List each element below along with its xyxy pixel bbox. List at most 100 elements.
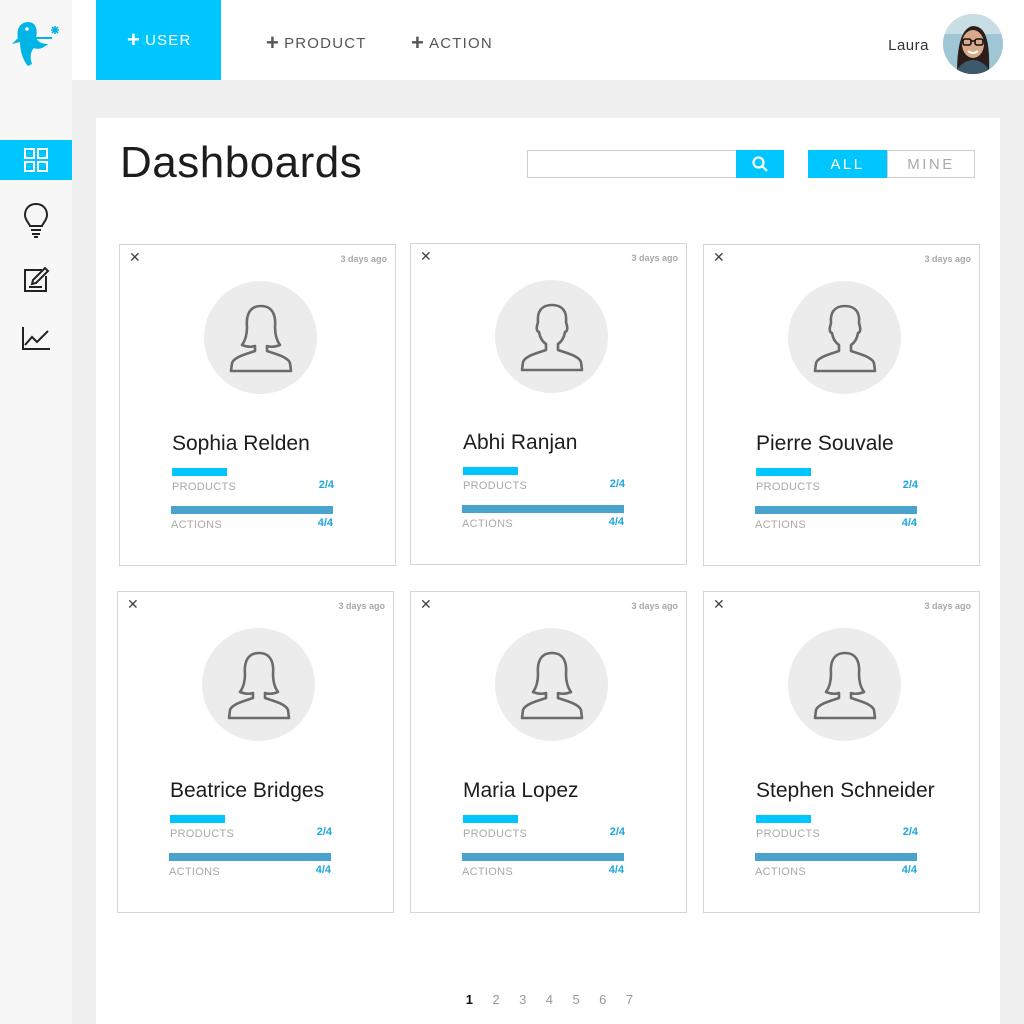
sidebar-item-dashboards[interactable]: [0, 140, 72, 180]
close-icon[interactable]: ✕: [420, 596, 432, 613]
page-number-2[interactable]: 2: [483, 992, 510, 1007]
card-user-name[interactable]: Beatrice Bridges: [170, 779, 324, 803]
products-value: 2/4: [318, 479, 334, 491]
tab-add-product[interactable]: + PRODUCT: [266, 3, 367, 83]
actions-value: 4/4: [901, 864, 917, 876]
sidebar-item-analytics[interactable]: [0, 318, 72, 358]
products-value: 2/4: [316, 826, 332, 838]
products-label: PRODUCTS: [170, 828, 235, 840]
filter-all-button[interactable]: ALL: [808, 150, 887, 178]
tab-label: USER: [145, 31, 192, 49]
penguin-logo-icon[interactable]: [8, 18, 66, 70]
tab-add-user[interactable]: + USER: [96, 0, 221, 80]
actions-label: ACTIONS: [171, 519, 222, 531]
actions-value: 4/4: [608, 516, 624, 528]
page-number-7[interactable]: 7: [616, 992, 643, 1007]
plus-icon: +: [411, 30, 426, 55]
products-progress-bar: [172, 468, 227, 476]
products-label: PRODUCTS: [756, 828, 821, 840]
actions-label: ACTIONS: [755, 519, 806, 531]
card-user-name[interactable]: Pierre Souvale: [756, 432, 894, 456]
page-number-5[interactable]: 5: [563, 992, 590, 1007]
products-progress-bar: [463, 815, 518, 823]
products-progress-bar: [756, 815, 811, 823]
page-number-4[interactable]: 4: [536, 992, 563, 1007]
card-timestamp: 3 days ago: [924, 601, 971, 611]
card-user-name[interactable]: Maria Lopez: [463, 779, 579, 803]
page-title: Dashboards: [120, 138, 363, 187]
search-icon: [752, 156, 768, 172]
top-bar: + USER + PRODUCT + ACTION Laura: [72, 0, 1024, 80]
chart-icon: [22, 327, 50, 350]
close-icon[interactable]: ✕: [713, 596, 725, 613]
actions-progress-bar: [755, 506, 917, 514]
card-timestamp: 3 days ago: [631, 253, 678, 263]
close-icon[interactable]: ✕: [129, 249, 141, 266]
dashboard-card[interactable]: ✕ 3 days ago Maria Lopez PRODUCTS 2/4 AC…: [410, 591, 687, 913]
female-user-placeholder-icon: [788, 628, 901, 741]
actions-progress-fill: [755, 853, 917, 861]
pagination: 1234567: [456, 992, 643, 1007]
sidebar-item-notes[interactable]: [0, 260, 72, 300]
dashboard-card[interactable]: ✕ 3 days ago Abhi Ranjan PRODUCTS 2/4 AC…: [410, 243, 687, 565]
user-name[interactable]: Laura: [888, 37, 929, 54]
actions-label: ACTIONS: [755, 866, 806, 878]
sidebar-item-ideas[interactable]: [0, 200, 72, 240]
page-number-6[interactable]: 6: [589, 992, 616, 1007]
dashboard-card[interactable]: ✕ 3 days ago Sophia Relden PRODUCTS 2/4 …: [119, 244, 396, 566]
plus-icon: +: [127, 27, 142, 52]
filter-mine-button[interactable]: MINE: [887, 150, 975, 178]
close-icon[interactable]: ✕: [127, 596, 139, 613]
close-icon[interactable]: ✕: [713, 249, 725, 266]
tab-add-action[interactable]: + ACTION: [411, 3, 493, 83]
actions-progress-bar: [169, 853, 331, 861]
close-icon[interactable]: ✕: [420, 248, 432, 265]
products-label: PRODUCTS: [463, 480, 528, 492]
products-progress-bar: [463, 467, 518, 475]
search-input[interactable]: [527, 150, 737, 178]
male-user-placeholder-icon: [788, 281, 901, 394]
actions-progress-fill: [462, 505, 624, 513]
products-value: 2/4: [902, 826, 918, 838]
dashboard-card[interactable]: ✕ 3 days ago Pierre Souvale PRODUCTS 2/4…: [703, 244, 980, 566]
card-user-name[interactable]: Stephen Schneider: [756, 779, 935, 803]
female-user-placeholder-icon: [495, 628, 608, 741]
card-user-name[interactable]: Sophia Relden: [172, 432, 310, 456]
page-number-1[interactable]: 1: [456, 992, 483, 1007]
products-label: PRODUCTS: [172, 481, 237, 493]
female-user-placeholder-icon: [204, 281, 317, 394]
actions-label: ACTIONS: [462, 866, 513, 878]
actions-label: ACTIONS: [169, 866, 220, 878]
card-timestamp: 3 days ago: [340, 254, 387, 264]
products-value: 2/4: [609, 826, 625, 838]
products-label: PRODUCTS: [463, 828, 528, 840]
actions-value: 4/4: [901, 517, 917, 529]
card-timestamp: 3 days ago: [631, 601, 678, 611]
card-timestamp: 3 days ago: [924, 254, 971, 264]
dashboard-card[interactable]: ✕ 3 days ago Beatrice Bridges PRODUCTS 2…: [117, 591, 394, 913]
actions-progress-bar: [171, 506, 333, 514]
actions-progress-fill: [755, 506, 917, 514]
products-label: PRODUCTS: [756, 481, 821, 493]
products-value: 2/4: [902, 479, 918, 491]
tab-label: ACTION: [429, 34, 493, 52]
actions-progress-fill: [169, 853, 331, 861]
card-user-name[interactable]: Abhi Ranjan: [463, 431, 577, 455]
female-user-placeholder-icon: [202, 628, 315, 741]
dashboard-card[interactable]: ✕ 3 days ago Stephen Schneider PRODUCTS …: [703, 591, 980, 913]
actions-progress-fill: [171, 506, 333, 514]
user-avatar[interactable]: [943, 14, 1003, 74]
products-progress-bar: [756, 468, 811, 476]
page-number-3[interactable]: 3: [509, 992, 536, 1007]
actions-label: ACTIONS: [462, 518, 513, 530]
grid-icon: [24, 148, 48, 172]
dashboards-panel: Dashboards ALL MINE ✕ 3 days ago Sophia …: [96, 118, 1000, 1024]
sidebar: [0, 0, 72, 1024]
search-button[interactable]: [736, 150, 784, 178]
actions-value: 4/4: [608, 864, 624, 876]
products-value: 2/4: [609, 478, 625, 490]
actions-value: 4/4: [315, 864, 331, 876]
actions-progress-fill: [462, 853, 624, 861]
actions-progress-bar: [755, 853, 917, 861]
male-user-placeholder-icon: [495, 280, 608, 393]
